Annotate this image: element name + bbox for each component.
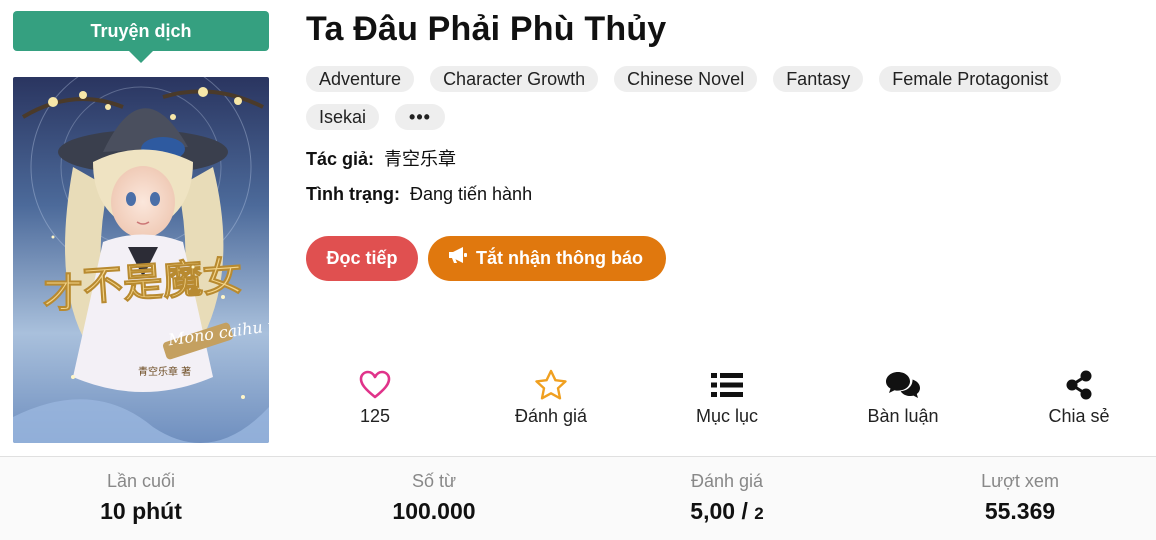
- stat-rating: Đánh giá 5,00 / 2: [607, 471, 847, 525]
- disable-notifications-label: Tắt nhận thông báo: [476, 248, 643, 268]
- cover-artwork: 才 不是魔女 Mono caihu thi 青空乐章 著: [13, 77, 269, 443]
- discussion-button[interactable]: Bàn luận: [843, 368, 963, 427]
- badge-label: Truyện dịch: [13, 11, 269, 51]
- badge-pointer: [129, 51, 153, 63]
- rate-button[interactable]: Đánh giá: [491, 368, 611, 427]
- author-row: Tác giả: 青空乐章: [306, 145, 456, 171]
- list-icon: [667, 368, 787, 402]
- tag-female-protagonist[interactable]: Female Protagonist: [879, 66, 1062, 92]
- rating-score: 5,00 /: [690, 498, 748, 524]
- star-icon: [491, 368, 611, 402]
- tag-fantasy[interactable]: Fantasy: [773, 66, 864, 92]
- tag-adventure[interactable]: Adventure: [306, 66, 415, 92]
- like-count: 125: [359, 406, 391, 426]
- megaphone-icon: [448, 236, 468, 281]
- translation-badge: Truyện dịch: [13, 11, 269, 63]
- stat-word-count: Số từ 100.000: [314, 471, 554, 525]
- cover-image[interactable]: 才 不是魔女 Mono caihu thi 青空乐章 著: [13, 77, 269, 443]
- like-button[interactable]: 125: [315, 368, 435, 427]
- share-icon: [1019, 368, 1139, 402]
- action-bar: 125 Đánh giá Mục lục Bàn luận Chia sẻ: [306, 368, 1146, 438]
- tag-isekai[interactable]: Isekai: [306, 104, 380, 130]
- rate-label: Đánh giá: [514, 406, 588, 426]
- tag-character-growth[interactable]: Character Growth: [430, 66, 599, 92]
- table-of-contents-button[interactable]: Mục lục: [667, 368, 787, 427]
- heart-icon: [315, 368, 435, 402]
- stat-value: 5,00 / 2: [607, 498, 847, 525]
- stat-value: 55.369: [984, 498, 1056, 524]
- author-label: Tác giả:: [306, 149, 375, 169]
- discussion-label: Bàn luận: [867, 406, 939, 426]
- stat-label: Lần cuối: [106, 471, 176, 491]
- stat-value: 100.000: [392, 498, 476, 524]
- author-link[interactable]: 青空乐章: [384, 149, 456, 169]
- stat-last-update: Lần cuối 10 phút: [21, 471, 261, 525]
- stat-label: Lượt xem: [981, 471, 1059, 491]
- continue-reading-button[interactable]: Đọc tiếp: [306, 236, 418, 281]
- comments-icon: [843, 368, 963, 402]
- stats-bar: Lần cuối 10 phút Số từ 100.000 Đánh giá …: [0, 457, 1156, 540]
- status-value: Đang tiến hành: [409, 184, 533, 204]
- stat-label: Đánh giá: [690, 471, 764, 491]
- share-label: Chia sẻ: [1048, 406, 1110, 426]
- stat-value: 10 phút: [100, 498, 182, 524]
- cover-char-extra: 才: [43, 270, 83, 317]
- status-row: Tình trạng: Đang tiến hành: [306, 184, 532, 205]
- rating-count: 2: [754, 504, 764, 523]
- table-of-contents-label: Mục lục: [695, 406, 758, 426]
- stat-label: Số từ: [411, 471, 457, 491]
- status-label: Tình trạng:: [306, 184, 400, 204]
- novel-title: Ta Đâu Phải Phù Thủy: [306, 10, 667, 48]
- cover-author: 青空乐章 著: [138, 365, 191, 378]
- stat-views: Lượt xem 55.369: [900, 471, 1140, 525]
- share-button[interactable]: Chia sẻ: [1019, 368, 1139, 427]
- tag-list: Adventure Character Growth Chinese Novel…: [306, 66, 1126, 130]
- tag-chinese-novel[interactable]: Chinese Novel: [614, 66, 758, 92]
- disable-notifications-button[interactable]: Tắt nhận thông báo: [428, 236, 666, 281]
- more-tags-button[interactable]: •••: [395, 104, 445, 130]
